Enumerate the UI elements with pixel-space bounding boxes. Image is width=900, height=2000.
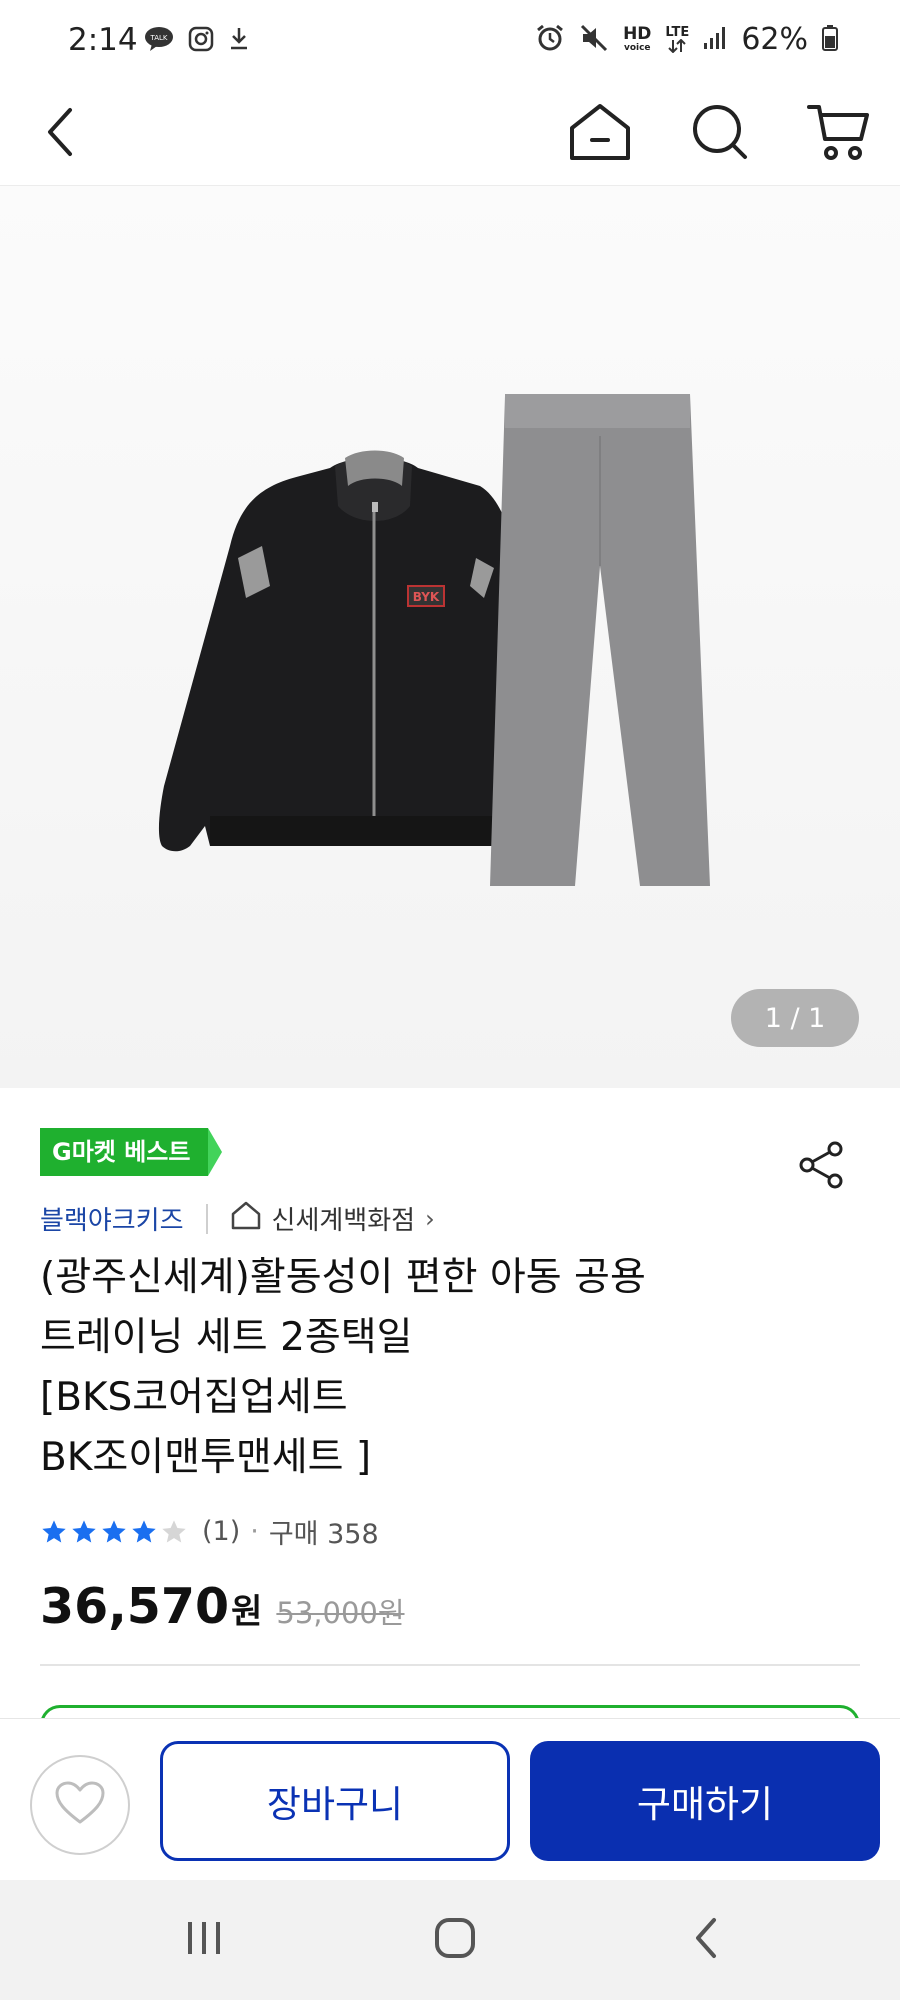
original-price: 53,000원 [276, 1596, 405, 1630]
action-bar: 장바구니 구매하기 [0, 1718, 900, 1880]
home-icon [568, 102, 632, 166]
product-image: BYK [158, 394, 710, 886]
voice-label: voice [623, 43, 651, 53]
share-icon [797, 1141, 847, 1193]
home-button-icon [433, 1916, 477, 1964]
section-divider [40, 1664, 860, 1666]
store-link[interactable]: 신세계백화점 › [230, 1200, 435, 1237]
star-filled-icon [102, 1519, 126, 1542]
brand-link[interactable]: 블랙야크키즈 [40, 1200, 184, 1237]
cart-icon [807, 103, 869, 165]
hd-voice-icon: HD voice [623, 24, 652, 54]
store-name: 신세계백화점 [271, 1206, 416, 1236]
star-filled-icon [72, 1519, 96, 1542]
system-home-button[interactable] [425, 1910, 485, 1970]
back-icon [42, 106, 78, 162]
store-home-icon [230, 1200, 262, 1237]
cart-button[interactable] [800, 96, 876, 172]
badge-tail [208, 1128, 223, 1176]
best-badge-label: G마켓 베스트 [40, 1128, 209, 1176]
image-pager: 1 / 1 [731, 989, 859, 1047]
review-count: (1) [202, 1516, 241, 1547]
recents-button[interactable] [174, 1910, 234, 1970]
hd-label: HD [623, 24, 652, 44]
recents-icon [184, 1918, 224, 1962]
lte-icon: LTE [665, 26, 689, 53]
divider [205, 1203, 208, 1234]
price-unit: 원 [231, 1592, 263, 1632]
wishlist-button[interactable] [30, 1755, 130, 1855]
star-filled-icon [132, 1519, 156, 1542]
purchase-count: 구매 358 [268, 1519, 379, 1550]
rating-stars [40, 1518, 188, 1546]
system-nav-bar [0, 1880, 900, 2000]
pants-illustration [490, 394, 710, 886]
share-button[interactable] [790, 1138, 854, 1196]
search-button[interactable] [682, 96, 758, 172]
status-time: 2:14 [68, 22, 138, 58]
system-back-button[interactable] [676, 1910, 736, 1970]
back-button-icon [690, 1916, 722, 1964]
separator-dot: · [250, 1516, 259, 1547]
buy-now-button[interactable]: 구매하기 [530, 1741, 880, 1861]
status-left-icons: TALK [144, 26, 250, 56]
home-button[interactable] [562, 96, 638, 172]
product-title: (광주신세계)활동성이 편한 아동 공용 트레이닝 세트 2종택일 [BKS코어… [40, 1255, 646, 1480]
sale-price: 36,570 [40, 1578, 230, 1635]
heart-icon [54, 1780, 106, 1830]
rating-row[interactable]: (1) · 구매 358 [40, 1512, 379, 1551]
mute-icon [579, 23, 609, 57]
price-row: 36,570 원 53,000원 [40, 1578, 405, 1635]
alarm-icon [535, 23, 565, 57]
signal-icon [703, 25, 727, 55]
star-empty-icon [162, 1519, 186, 1542]
status-bar: 2:14 TALK HD voice LTE 62% [0, 0, 900, 80]
talk-icon: TALK [144, 26, 174, 56]
download-icon [228, 26, 250, 56]
svg-text:BYK: BYK [413, 590, 440, 604]
chevron-right-icon: › [425, 1204, 435, 1233]
instagram-icon [188, 26, 214, 56]
lte-label: LTE [665, 25, 690, 40]
battery-percent: 62% [741, 22, 808, 57]
back-button[interactable] [22, 96, 98, 172]
best-badge: G마켓 베스트 [40, 1128, 223, 1176]
add-to-cart-button[interactable]: 장바구니 [160, 1741, 510, 1861]
svg-text:TALK: TALK [149, 34, 167, 42]
status-right-icons: HD voice LTE 62% [535, 22, 838, 57]
product-image-gallery[interactable]: BYK 1 / 1 [0, 186, 900, 1088]
battery-icon [822, 24, 838, 55]
top-nav [0, 80, 900, 186]
star-filled-icon [42, 1519, 66, 1542]
seller-row: 블랙야크키즈 신세계백화점 › [40, 1200, 435, 1237]
search-icon [691, 103, 749, 165]
